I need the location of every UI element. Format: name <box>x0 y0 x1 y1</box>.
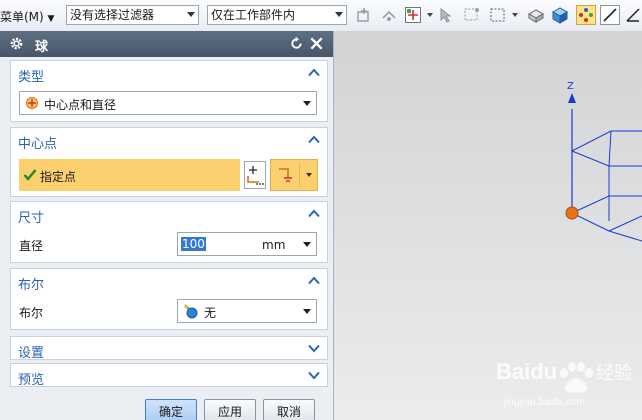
section-title: 中心点 <box>18 137 58 152</box>
settings-section[interactable]: 设置 <box>10 336 328 361</box>
chevron-up-icon[interactable] <box>308 68 320 77</box>
boolean-section-header[interactable]: 布尔 <box>11 269 327 293</box>
z-arrow-icon <box>568 93 576 103</box>
point-constructor-icon <box>247 166 264 185</box>
chevron-down-icon[interactable] <box>303 242 311 247</box>
preview-section[interactable]: 预览 <box>10 363 328 388</box>
sphere-dialog: 球 类型 中心点和直径 中心点 指定点 尺寸 直径 100 mm 布尔 布尔 无… <box>0 31 334 420</box>
center-point-marker[interactable] <box>565 206 579 220</box>
chevron-down-icon <box>303 101 311 106</box>
point-type-dropdown[interactable] <box>270 159 318 191</box>
axis-label-z: Z <box>567 81 574 92</box>
section-title: 布尔 <box>18 278 45 293</box>
chevron-up-icon[interactable] <box>308 209 320 218</box>
diameter-field[interactable]: 100 mm <box>177 232 317 256</box>
check-icon <box>23 169 37 181</box>
type-value: 中心点和直径 <box>44 98 117 112</box>
center-point-section: 中心点 指定点 <box>10 127 328 197</box>
box-select-icon[interactable] <box>463 6 481 24</box>
boolean-dropdown[interactable]: 无 <box>177 299 317 323</box>
selection-filter-dropdown[interactable]: 没有选择过滤器 <box>66 5 199 25</box>
solid-icon[interactable] <box>527 6 545 24</box>
chevron-down-icon <box>335 12 343 17</box>
inferred-point-icon <box>279 168 292 182</box>
menu-label: 菜单(M) <box>0 10 44 24</box>
snap-icon[interactable] <box>356 6 374 24</box>
divider <box>299 163 300 187</box>
baidu-watermark: Baidu 经验 jingyan.baidu.com <box>494 351 642 416</box>
section-title: 预览 <box>18 373 45 388</box>
selection-scope-dropdown[interactable]: 仅在工作部件内 <box>207 5 347 25</box>
center-point-section-header[interactable]: 中心点 <box>11 128 327 152</box>
specify-point-selector[interactable]: 指定点 <box>19 159 240 191</box>
apply-button[interactable]: 应用 <box>204 399 256 420</box>
type-dropdown[interactable]: 中心点和直径 <box>19 91 317 115</box>
point-dialog-icon[interactable] <box>404 6 422 24</box>
close-icon[interactable] <box>309 36 324 51</box>
boolean-section: 布尔 布尔 无 <box>10 268 328 330</box>
chevron-up-icon[interactable] <box>308 135 320 144</box>
graphics-viewport[interactable]: Z Baidu 经验 jingyan.baidu.com <box>334 31 642 420</box>
size-section-header[interactable]: 尺寸 <box>11 202 327 226</box>
point-dialog-button[interactable] <box>244 161 266 189</box>
type-section-header[interactable]: 类型 <box>11 61 327 85</box>
boolean-none-icon <box>184 304 198 319</box>
chevron-down-icon <box>306 173 312 177</box>
section-title: 设置 <box>18 346 45 361</box>
diameter-value[interactable]: 100 <box>181 237 206 251</box>
watermark-url: jingyan.baidu.com <box>504 397 585 408</box>
chevron-down-icon <box>303 309 311 314</box>
type-section: 类型 中心点和直径 <box>10 60 328 122</box>
ok-button[interactable]: 确定 <box>145 399 197 420</box>
chevron-up-icon[interactable] <box>308 276 320 285</box>
line-icon[interactable] <box>600 5 620 25</box>
main-toolbar: 菜单(M) ▼ 没有选择过滤器 仅在工作部件内 <box>0 0 642 32</box>
size-section: 尺寸 直径 100 mm <box>10 201 328 263</box>
section-title: 类型 <box>18 70 45 85</box>
chevron-down-icon[interactable] <box>308 371 320 380</box>
gear-icon[interactable] <box>9 36 24 51</box>
watermark-brand: Baidu <box>496 359 558 384</box>
angle-icon[interactable] <box>624 6 642 24</box>
menu-button[interactable]: 菜单(M) ▼ <box>0 8 54 25</box>
diameter-label: 直径 <box>19 239 44 253</box>
chevron-down-icon: ▼ <box>47 14 55 24</box>
selection-scope-value: 仅在工作部件内 <box>211 8 296 22</box>
boolean-label: 布尔 <box>19 306 44 320</box>
watermark-text: 经验 <box>596 363 632 384</box>
reset-icon[interactable] <box>289 36 304 51</box>
brush-icon[interactable] <box>489 6 507 24</box>
dialog-titlebar: 球 <box>0 31 333 57</box>
chevron-down-icon <box>187 12 195 17</box>
specify-point-label: 指定点 <box>40 170 77 184</box>
chevron-down-icon[interactable] <box>427 13 433 17</box>
cancel-button[interactable]: 取消 <box>263 399 315 420</box>
boolean-value: 无 <box>204 306 217 320</box>
selection-filter-value: 没有选择过滤器 <box>70 8 155 22</box>
snap-arrow-icon[interactable] <box>380 6 398 24</box>
dialog-title: 球 <box>35 40 49 55</box>
diameter-unit: mm <box>262 238 286 252</box>
chevron-down-icon[interactable] <box>512 13 518 17</box>
selection-icon[interactable] <box>437 6 455 24</box>
point-dots-icon[interactable] <box>576 5 596 25</box>
shaded-cube-icon[interactable] <box>551 6 569 24</box>
chevron-down-icon[interactable] <box>308 344 320 353</box>
center-point-icon <box>26 97 38 109</box>
section-title: 尺寸 <box>18 211 45 226</box>
block-wireframe <box>571 130 642 242</box>
